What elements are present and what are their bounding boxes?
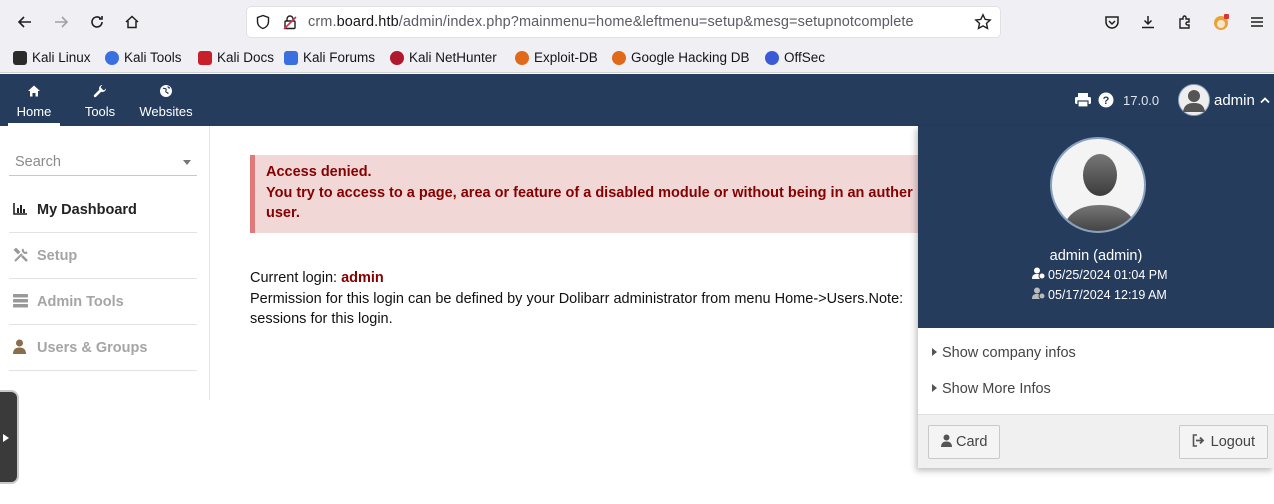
user-full-name: admin (admin) xyxy=(1049,248,1143,264)
shield-icon xyxy=(255,14,271,35)
sign-out-icon xyxy=(1192,433,1206,451)
print-icon[interactable] xyxy=(1074,74,1092,126)
svg-text:?: ? xyxy=(1103,95,1110,107)
user-menu-label[interactable]: admin xyxy=(1214,74,1255,126)
bookmarks-bar: Kali Linux Kali Tools Kali Docs Kali For… xyxy=(0,44,1274,73)
url-bar[interactable]: crm.board.htb/admin/index.php?mainmenu=h… xyxy=(246,6,1001,38)
version-label: 17.0.0 xyxy=(1123,92,1160,108)
forward-icon[interactable] xyxy=(48,9,74,35)
bookmark-kali-tools[interactable]: Kali Tools xyxy=(105,50,182,65)
bookmark-offsec[interactable]: OffSec xyxy=(765,50,825,65)
logout-button[interactable]: Logout xyxy=(1178,425,1268,459)
kali-tools-icon xyxy=(105,50,119,65)
tools-icon xyxy=(9,247,33,266)
user-icon xyxy=(9,339,33,357)
chart-icon xyxy=(9,202,33,218)
tab-home[interactable]: Home xyxy=(8,74,60,126)
bookmark-kali-nethunter[interactable]: Kali NetHunter xyxy=(390,50,497,65)
show-company-infos-toggle[interactable]: Show company infos xyxy=(932,345,1076,361)
play-icon xyxy=(3,434,9,442)
bookmark-exploit-db[interactable]: Exploit-DB xyxy=(515,50,598,65)
globe-icon xyxy=(136,84,196,100)
search-select[interactable]: Search xyxy=(9,152,197,176)
caret-right-icon xyxy=(932,348,937,356)
bookmark-kali-linux[interactable]: Kali Linux xyxy=(13,50,91,65)
error-title: Access denied. xyxy=(266,164,372,180)
kali-docs-icon xyxy=(198,50,212,65)
sidebar-item-admin-tools[interactable]: Admin Tools xyxy=(9,280,197,325)
card-button[interactable]: Card xyxy=(928,425,1001,459)
user-dropdown-panel: admin (admin) 05/25/2024 01:04 PM 05/17/… xyxy=(918,126,1274,468)
avatar[interactable] xyxy=(1178,74,1210,126)
error-line: You try to access to a page, area or fea… xyxy=(266,185,913,201)
kali-dragon-icon xyxy=(13,50,27,65)
sidebar-item-my-dashboard[interactable]: My Dashboard xyxy=(9,188,197,233)
back-icon[interactable] xyxy=(12,9,38,35)
reload-icon[interactable] xyxy=(84,9,110,35)
nethunter-icon xyxy=(390,50,404,65)
previous-login-date: 05/17/2024 12:19 AM xyxy=(1032,287,1167,302)
tab-tools[interactable]: Tools xyxy=(78,74,122,126)
star-icon[interactable] xyxy=(974,13,992,36)
kali-forums-icon xyxy=(284,50,298,65)
avatar xyxy=(1050,137,1146,233)
show-more-infos-toggle[interactable]: Show More Infos xyxy=(932,381,1051,397)
menu-icon[interactable] xyxy=(1244,9,1270,35)
offsec-icon xyxy=(765,50,779,65)
chevron-up-icon[interactable] xyxy=(1260,74,1270,126)
exploit-db-icon xyxy=(515,50,529,65)
bookmark-google-hacking-db[interactable]: Google Hacking DB xyxy=(612,50,750,65)
fox-profile-icon[interactable] xyxy=(1208,9,1234,35)
browser-toolbar: crm.board.htb/admin/index.php?mainmenu=h… xyxy=(0,0,1274,44)
error-message-box: Access denied. You try to access to a pa… xyxy=(250,155,950,233)
error-line: user. xyxy=(266,205,300,221)
dropdown-caret-icon xyxy=(183,160,191,165)
home-icon xyxy=(8,84,60,100)
permission-text: Permission for this login can be defined… xyxy=(250,291,904,307)
extensions-icon[interactable] xyxy=(1172,9,1198,35)
sidebar-item-setup[interactable]: Setup xyxy=(9,234,197,279)
wrench-icon xyxy=(78,84,122,100)
left-sidebar: Search My Dashboard Setup Admin Tools Us… xyxy=(0,126,210,400)
pocket-icon[interactable] xyxy=(1099,9,1125,35)
bookmark-kali-forums[interactable]: Kali Forums xyxy=(284,50,375,65)
user-icon xyxy=(941,434,952,451)
server-icon xyxy=(9,293,33,311)
ghdb-icon xyxy=(612,50,626,65)
lock-icon xyxy=(282,14,298,35)
user-clock-icon xyxy=(1032,267,1048,282)
url-text: crm.board.htb/admin/index.php?mainmenu=h… xyxy=(308,14,914,30)
app-top-menu: Home Tools Websites ? 17.0.0 admin xyxy=(0,74,1274,126)
help-icon[interactable]: ? xyxy=(1098,74,1114,126)
caret-right-icon xyxy=(932,384,937,392)
download-icon[interactable] xyxy=(1135,9,1161,35)
user-clock-icon xyxy=(1032,287,1048,302)
last-login-date: 05/25/2024 01:04 PM xyxy=(1032,267,1168,282)
permission-text: sessions for this login. xyxy=(250,311,393,327)
side-panel-handle[interactable] xyxy=(0,390,19,484)
user-panel-header: admin (admin) 05/25/2024 01:04 PM 05/17/… xyxy=(918,126,1274,328)
current-login: Current login: admin xyxy=(250,270,384,286)
user-panel-footer: Card Logout xyxy=(918,414,1274,468)
bookmark-kali-docs[interactable]: Kali Docs xyxy=(198,50,274,65)
home-browser-icon[interactable] xyxy=(119,9,145,35)
sidebar-item-users-groups[interactable]: Users & Groups xyxy=(9,326,197,371)
tab-websites[interactable]: Websites xyxy=(136,74,196,126)
